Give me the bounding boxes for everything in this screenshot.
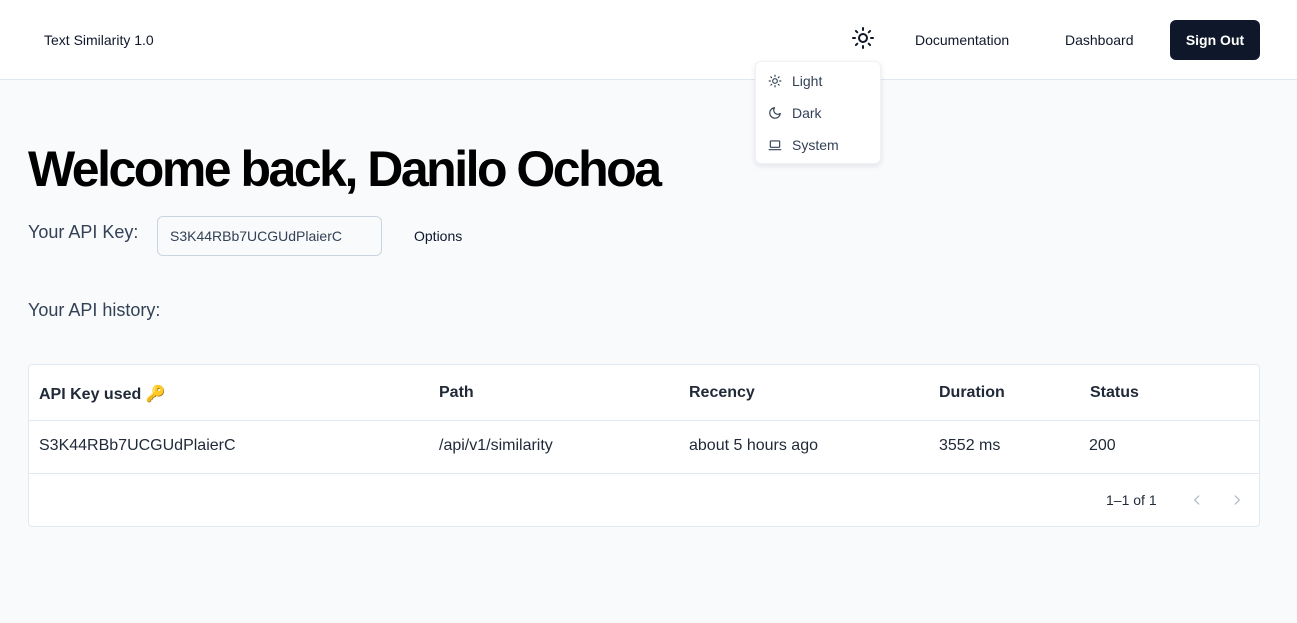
column-header-api-key[interactable]: API Key used 🔑 bbox=[39, 384, 166, 404]
cell-duration: 3552 ms bbox=[939, 437, 1001, 454]
nav-documentation-link[interactable]: Documentation bbox=[915, 32, 1009, 48]
cell-api-key: S3K44RBb7UCGUdPlaierC bbox=[39, 437, 236, 454]
theme-menu-label: Light bbox=[792, 73, 823, 89]
header-divider bbox=[29, 420, 1259, 421]
cell-status: 200 bbox=[1089, 437, 1116, 454]
column-header-path[interactable]: Path bbox=[439, 384, 474, 402]
theme-menu-label: Dark bbox=[792, 105, 822, 121]
nav-dashboard-link[interactable]: Dashboard bbox=[1065, 32, 1134, 48]
theme-menu-item-light[interactable]: Light bbox=[756, 65, 880, 97]
sign-out-button[interactable]: Sign Out bbox=[1170, 20, 1260, 60]
api-history-table: API Key used 🔑 Path Recency Duration Sta… bbox=[28, 364, 1260, 527]
previous-page-button[interactable] bbox=[1185, 488, 1209, 512]
pagination-count: 1–1 of 1 bbox=[1106, 492, 1157, 508]
api-key-label: Your API Key: bbox=[28, 222, 139, 242]
cell-path: /api/v1/similarity bbox=[439, 437, 553, 454]
welcome-heading: Welcome back, Danilo Ochoa bbox=[28, 141, 662, 197]
theme-toggle-button[interactable] bbox=[847, 22, 879, 54]
sun-icon bbox=[768, 74, 782, 88]
cell-recency: about 5 hours ago bbox=[689, 437, 818, 454]
api-history-label: Your API history: bbox=[28, 300, 161, 320]
column-header-recency[interactable]: Recency bbox=[689, 384, 755, 402]
sun-icon bbox=[852, 27, 874, 49]
top-navbar: Text Similarity 1.0 Documentation Dashbo… bbox=[0, 0, 1297, 80]
theme-menu-item-dark[interactable]: Dark bbox=[756, 97, 880, 129]
theme-menu-item-system[interactable]: System bbox=[756, 129, 880, 161]
laptop-icon bbox=[768, 138, 782, 152]
footer-divider bbox=[29, 473, 1259, 474]
api-key-field[interactable] bbox=[157, 216, 382, 256]
chevron-left-icon bbox=[1194, 495, 1200, 505]
theme-menu: Light Dark System bbox=[755, 61, 881, 164]
moon-icon bbox=[768, 106, 782, 120]
chevron-right-icon bbox=[1234, 495, 1240, 505]
column-header-status[interactable]: Status bbox=[1090, 384, 1139, 402]
options-button[interactable]: Options bbox=[403, 222, 473, 250]
brand-link[interactable]: Text Similarity 1.0 bbox=[44, 32, 154, 48]
column-header-duration[interactable]: Duration bbox=[939, 384, 1005, 402]
theme-menu-label: System bbox=[792, 137, 839, 153]
next-page-button[interactable] bbox=[1225, 488, 1249, 512]
